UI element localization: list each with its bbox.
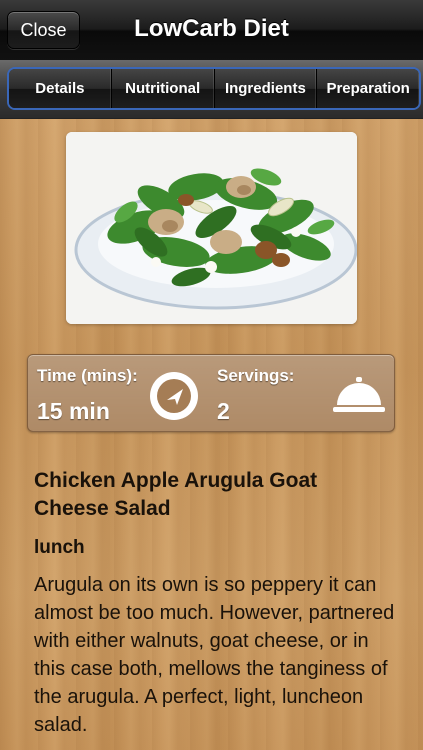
- recipe-title: Chicken Apple Arugula Goat Cheese Salad: [34, 469, 318, 520]
- navigation-bar: Close LowCarb Diet: [0, 0, 423, 61]
- recipe-info-panel: Time (mins): 15 min Servings: 2: [27, 354, 395, 432]
- servings-value: 2: [217, 398, 230, 424]
- segmented-control: Details Nutritional Ingredients Preparat…: [7, 67, 421, 110]
- recipe-category: lunch: [34, 537, 85, 558]
- close-button[interactable]: Close: [7, 11, 80, 49]
- app-title: LowCarb Diet: [134, 15, 289, 42]
- time-label: Time (mins):: [37, 366, 138, 385]
- time-value: 15 min: [37, 398, 110, 424]
- recipe-photo: [66, 132, 357, 324]
- tab-preparation[interactable]: Preparation: [317, 69, 419, 108]
- tab-bar: Details Nutritional Ingredients Preparat…: [0, 60, 423, 119]
- serving-bell-icon: [333, 377, 385, 412]
- tab-ingredients[interactable]: Ingredients: [214, 69, 318, 108]
- tab-details[interactable]: Details: [9, 69, 112, 108]
- recipe-description: Arugula on its own is so peppery it can …: [34, 574, 395, 736]
- clock-icon: [150, 372, 198, 420]
- tab-nutritional[interactable]: Nutritional: [111, 69, 215, 108]
- servings-label: Servings:: [217, 366, 295, 385]
